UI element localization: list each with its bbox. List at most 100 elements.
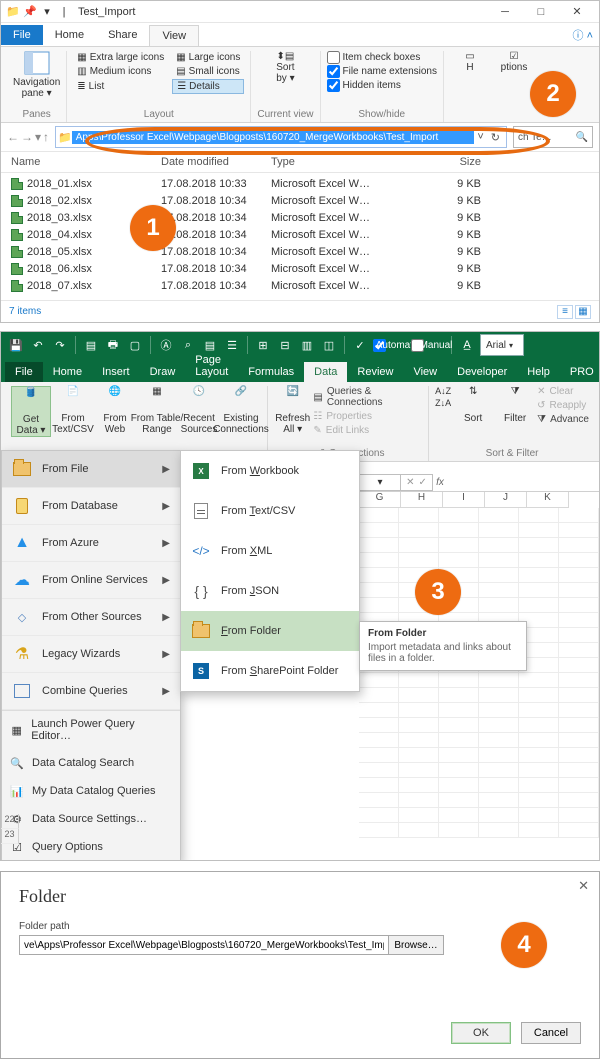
- menu-other[interactable]: ◇From Other Sources▶: [2, 599, 180, 636]
- file-row[interactable]: 2018_07.xlsx 17.08.2018 10:34 Microsoft …: [11, 277, 589, 294]
- options-button[interactable]: ☑ptions: [494, 51, 534, 73]
- grid-row[interactable]: [359, 703, 599, 718]
- layout-gallery[interactable]: ▦Extra large icons ▦Large icons ▥Medium …: [73, 51, 244, 94]
- excel-tab-review[interactable]: Review: [347, 362, 403, 382]
- menu-db[interactable]: From Database▶: [2, 488, 180, 525]
- close-button[interactable]: ✕: [559, 1, 595, 23]
- file-row[interactable]: 2018_02.xlsx 17.08.2018 10:34 Microsoft …: [11, 192, 589, 209]
- tab-share[interactable]: Share: [96, 25, 149, 45]
- sort-by-button[interactable]: ⬍▤ Sort by ▾: [276, 51, 294, 84]
- qat-icon[interactable]: ▥: [298, 336, 316, 354]
- qat-icon[interactable]: ⊟: [276, 336, 294, 354]
- menu-plain[interactable]: ⚙Data Source Settings…: [2, 805, 180, 833]
- excel-tab-help[interactable]: Help: [517, 362, 560, 382]
- existing-conn-button[interactable]: 🔗Existing Connections: [221, 386, 261, 437]
- excel-tab-draw[interactable]: Draw: [140, 362, 186, 382]
- grid-row[interactable]: [359, 688, 599, 703]
- folder-path-input[interactable]: [19, 935, 389, 955]
- ok-button[interactable]: OK: [451, 1022, 511, 1044]
- nav-up-button[interactable]: ↑: [43, 130, 49, 144]
- tab-view[interactable]: View: [149, 25, 199, 46]
- calc-manual-toggle[interactable]: Manual: [411, 336, 445, 354]
- grid-row[interactable]: [359, 763, 599, 778]
- excel-tab-pagelayout[interactable]: Page Layout: [185, 350, 238, 382]
- nav-history-icon[interactable]: ▾: [35, 130, 41, 144]
- submenu-xml[interactable]: </>From XML: [181, 531, 359, 571]
- file-row[interactable]: 2018_06.xlsx 17.08.2018 10:34 Microsoft …: [11, 260, 589, 277]
- name-box[interactable]: ▾: [359, 474, 401, 491]
- from-web-button[interactable]: 🌐From Web: [95, 386, 135, 437]
- grid-row[interactable]: [359, 793, 599, 808]
- menu-plain[interactable]: 📊My Data Catalog Queries: [2, 777, 180, 805]
- grid-row[interactable]: [359, 523, 599, 538]
- filter-button[interactable]: ⧩Filter: [495, 386, 535, 425]
- sort-button[interactable]: ⇅Sort: [453, 386, 493, 425]
- calc-auto-toggle[interactable]: Automatic: [373, 336, 407, 354]
- file-list[interactable]: 2018_01.xlsx 17.08.2018 10:33 Microsoft …: [1, 173, 599, 300]
- cancel-icon[interactable]: ✕: [406, 477, 414, 488]
- cancel-button[interactable]: Cancel: [521, 1022, 581, 1044]
- tab-file[interactable]: File: [1, 25, 43, 45]
- qat-icon[interactable]: ▤: [82, 336, 100, 354]
- file-row[interactable]: 2018_05.xlsx 17.08.2018 10:34 Microsoft …: [11, 243, 589, 260]
- sort-az-button[interactable]: A↓Z: [435, 386, 451, 396]
- queries-connections-button[interactable]: ▤Queries & Connections: [313, 386, 422, 408]
- navigation-pane-button[interactable]: Navigation pane ▾: [13, 51, 60, 99]
- menu-azure[interactable]: ▲From Azure▶: [2, 525, 180, 562]
- hide-selected-button[interactable]: ▭H: [450, 51, 490, 73]
- submenu-sp[interactable]: SFrom SharePoint Folder: [181, 651, 359, 691]
- col-G[interactable]: G: [359, 492, 401, 508]
- grid-row[interactable]: [359, 583, 599, 598]
- excel-tab-file[interactable]: File: [5, 362, 43, 382]
- qat-icon[interactable]: ⊞: [254, 336, 272, 354]
- addr-dropdown-icon[interactable]: ˅: [474, 131, 486, 143]
- col-I[interactable]: I: [443, 492, 485, 508]
- col-J[interactable]: J: [485, 492, 527, 508]
- excel-tab-formulas[interactable]: Formulas: [238, 362, 304, 382]
- edit-links-button[interactable]: ✎Edit Links: [313, 425, 422, 436]
- tab-home[interactable]: Home: [43, 25, 96, 45]
- col-K[interactable]: K: [527, 492, 569, 508]
- save-icon[interactable]: 💾: [7, 336, 25, 354]
- properties-button[interactable]: ☷Properties: [313, 411, 422, 422]
- reapply-button[interactable]: ↺Reapply: [537, 400, 589, 411]
- qat-icon[interactable]: ◫: [320, 336, 338, 354]
- menu-plain[interactable]: ☑Query Options: [2, 833, 180, 861]
- qat-dropdown-icon[interactable]: ▾: [39, 4, 55, 20]
- refresh-icon[interactable]: ↻: [487, 131, 504, 144]
- refresh-all-button[interactable]: 🔄Refresh All ▾: [274, 386, 311, 436]
- browse-button[interactable]: Browse…: [388, 935, 444, 955]
- column-headers[interactable]: Name Date modified Type Size: [1, 151, 599, 173]
- from-csv-button[interactable]: 📄From Text/CSV: [53, 386, 93, 437]
- sort-za-button[interactable]: Z↓A: [435, 398, 451, 408]
- advanced-button[interactable]: ⧩Advance: [537, 414, 589, 425]
- grid-row[interactable]: [359, 748, 599, 763]
- undo-icon[interactable]: ↶: [29, 336, 47, 354]
- thumbs-view-toggle[interactable]: ▦: [575, 305, 591, 319]
- nav-fwd-button[interactable]: →: [21, 130, 33, 144]
- grid-row[interactable]: [359, 823, 599, 838]
- grid-row[interactable]: [359, 778, 599, 793]
- font-selector[interactable]: Arial▾: [480, 334, 524, 356]
- col-H[interactable]: H: [401, 492, 443, 508]
- address-path[interactable]: Apps\Professor Excel\Webpage\Blogposts\1…: [72, 131, 475, 144]
- submenu-json[interactable]: { }From JSON: [181, 571, 359, 611]
- minimize-button[interactable]: ─: [487, 1, 523, 23]
- dialog-close-button[interactable]: ✕: [578, 878, 589, 894]
- excel-tab-home[interactable]: Home: [43, 362, 92, 382]
- fx-icon[interactable]: fx: [433, 474, 447, 491]
- menu-plain[interactable]: ▦Launch Power Query Editor…: [2, 711, 180, 749]
- excel-tab-insert[interactable]: Insert: [92, 362, 140, 382]
- grid-row[interactable]: [359, 808, 599, 823]
- excel-tab-data[interactable]: Data: [304, 362, 347, 382]
- row-header[interactable]: 22: [1, 814, 19, 829]
- details-view-toggle[interactable]: ≡: [557, 305, 573, 319]
- get-data-button[interactable]: 🛢️Get Data ▾: [11, 386, 51, 437]
- menu-plain[interactable]: 🔍Data Catalog Search: [2, 749, 180, 777]
- grid-row[interactable]: [359, 538, 599, 553]
- from-table-button[interactable]: ▦From Table/ Range: [137, 386, 177, 437]
- redo-icon[interactable]: ↷: [51, 336, 69, 354]
- grid-row[interactable]: [359, 673, 599, 688]
- pin-icon[interactable]: 📌: [22, 4, 38, 20]
- file-row[interactable]: 2018_03.xlsx 17.08.2018 10:34 Microsoft …: [11, 209, 589, 226]
